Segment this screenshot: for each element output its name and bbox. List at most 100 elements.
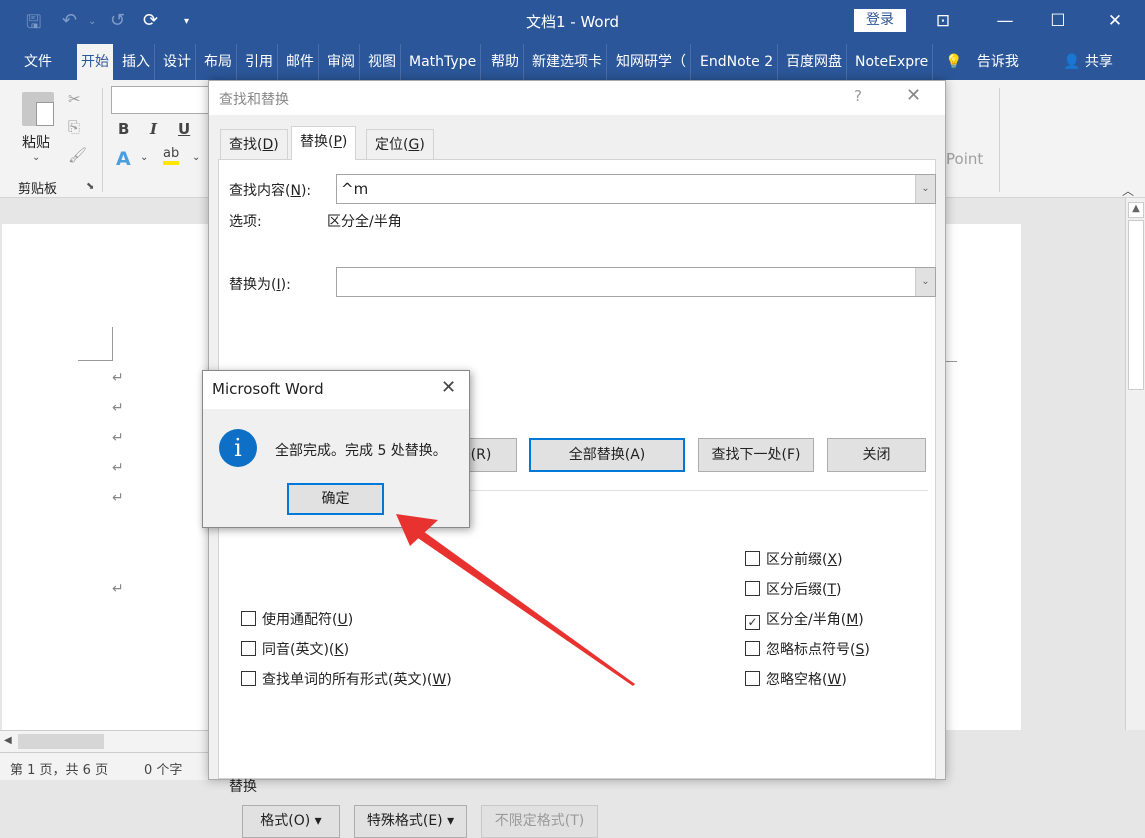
options-value: 区分全/半角 [327, 214, 402, 230]
maximize-button[interactable]: ☐ [1043, 6, 1073, 36]
access-key: P [333, 134, 342, 150]
match-suffix-checkbox[interactable]: 区分后缀(T) [745, 580, 842, 600]
tell-me-button[interactable]: 💡 告诉我 [945, 44, 1019, 80]
scrollbar-thumb[interactable] [18, 734, 104, 749]
help-button[interactable]: ? [854, 87, 862, 105]
format-painter-icon[interactable]: 🖌 [68, 146, 87, 164]
arrow-shaft [412, 526, 635, 686]
find-what-input[interactable]: ^m ⌄ [336, 174, 936, 204]
match-width-checkbox[interactable]: ✓ 区分全/半角(M) [745, 610, 864, 630]
partial-group-label: Point [946, 150, 984, 168]
close-dialog-button[interactable]: ✕ [906, 85, 921, 106]
access-key: N [290, 183, 301, 199]
font-name-input[interactable] [111, 86, 211, 114]
tab-label-suffix: ) [341, 134, 348, 150]
tab-design[interactable]: 设计 [159, 44, 196, 80]
minimize-button[interactable]: — [990, 6, 1020, 36]
text-effects-icon[interactable]: A [116, 148, 131, 170]
replace-with-input[interactable]: ⌄ [336, 267, 936, 297]
tab-home[interactable]: 开始 [77, 44, 113, 80]
chevron-down-icon[interactable]: ⌄ [915, 268, 935, 296]
tab-insert[interactable]: 插入 [118, 44, 155, 80]
special-dropdown-button[interactable]: 特殊格式(E) ▾ [354, 805, 467, 838]
tab-help[interactable]: 帮助 [487, 44, 524, 80]
highlight-dropdown-icon[interactable]: ⌄ [192, 152, 200, 163]
ribbon-display-options-icon[interactable]: ⊡ [928, 6, 958, 36]
close-window-button[interactable]: ✕ [1100, 6, 1130, 36]
format-dropdown-button[interactable]: 格式(O) ▾ [242, 805, 340, 838]
underline-button[interactable]: U [178, 120, 190, 138]
use-wildcards-checkbox[interactable]: 使用通配符(U) [241, 610, 353, 630]
access-key: U [337, 612, 348, 628]
checkbox-box[interactable] [745, 641, 760, 656]
access-key: X [827, 552, 838, 568]
tab-replace[interactable]: 替换(P) [291, 126, 357, 160]
text-effects-dropdown-icon[interactable]: ⌄ [140, 152, 148, 163]
close-message-button[interactable]: ✕ [441, 377, 456, 398]
dialog-titlebar[interactable]: 查找和替换 ? ✕ [209, 81, 945, 115]
dialog-launcher-icon[interactable]: ⬊ [86, 181, 94, 192]
checkbox-box[interactable] [745, 551, 760, 566]
ignore-whitespace-checkbox[interactable]: 忽略空格(W) [745, 670, 847, 690]
horizontal-scrollbar[interactable]: ◀ [0, 730, 210, 752]
tab-find[interactable]: 查找(D) [220, 129, 288, 159]
tab-layout[interactable]: 布局 [200, 44, 237, 80]
checkbox-box[interactable] [241, 611, 256, 626]
checkbox-box[interactable] [745, 581, 760, 596]
highlight-icon[interactable]: ab [163, 146, 180, 165]
checkbox-box[interactable] [241, 671, 256, 686]
word-count[interactable]: 0 个字 [144, 759, 182, 778]
tab-view[interactable]: 视图 [364, 44, 401, 80]
ignore-punctuation-checkbox[interactable]: 忽略标点符号(S) [745, 640, 870, 660]
chevron-down-icon[interactable]: ⌄ [915, 175, 935, 203]
tab-noteexpress[interactable]: NoteExpre [851, 44, 934, 80]
cut-icon[interactable]: ✂ [68, 90, 81, 108]
vertical-scrollbar[interactable]: ▲ [1125, 198, 1145, 730]
collapse-ribbon-icon[interactable]: ︿ [1122, 182, 1134, 199]
checkbox-box[interactable] [241, 641, 256, 656]
title-bar: 🖫 ↶ ⌄ ↺ ⟳ ▾ 文档1 - Word 登录 ⊡ — ☐ ✕ [0, 0, 1145, 44]
tab-cnki[interactable]: 知网研学（ [612, 44, 691, 80]
tab-review[interactable]: 审阅 [323, 44, 360, 80]
replace-all-button[interactable]: 全部替换(A) [529, 438, 685, 472]
checkbox-label: 区分前缀( [766, 552, 828, 568]
tab-baidu-netdisk[interactable]: 百度网盘 [782, 44, 847, 80]
message-box-titlebar[interactable]: Microsoft Word ✕ [203, 371, 469, 409]
clipboard-icon[interactable] [22, 92, 54, 126]
login-button[interactable]: 登录 [854, 9, 906, 32]
tab-label-suffix: ) [273, 137, 279, 153]
sounds-like-checkbox[interactable]: 同音(英文)(K) [241, 640, 349, 660]
ok-button[interactable]: 确定 [287, 483, 384, 515]
paste-dropdown-icon[interactable]: ⌄ [32, 152, 40, 163]
tab-references[interactable]: 引用 [241, 44, 278, 80]
copy-icon[interactable]: ⎘ [68, 118, 80, 136]
italic-button[interactable]: I [150, 120, 157, 138]
no-formatting-button[interactable]: 不限定格式(T) [481, 805, 598, 838]
paste-button[interactable]: 粘贴 [22, 132, 50, 152]
tab-new-tab[interactable]: 新建选项卡 [528, 44, 607, 80]
tab-mailings[interactable]: 邮件 [282, 44, 319, 80]
tab-file[interactable]: 文件 [16, 44, 60, 80]
paragraph-mark: ↵ [112, 370, 124, 386]
scroll-up-icon[interactable]: ▲ [1128, 202, 1144, 218]
checkmark-icon[interactable]: ✓ [745, 615, 760, 630]
share-button[interactable]: 👤 共享 [1063, 44, 1113, 80]
match-prefix-checkbox[interactable]: 区分前缀(X) [745, 550, 843, 570]
tab-endnote[interactable]: EndNote 2 [696, 44, 779, 80]
find-next-button[interactable]: 查找下一处(F) [698, 438, 814, 472]
tab-goto[interactable]: 定位(G) [366, 129, 434, 159]
access-key: T [827, 582, 837, 598]
access-key: K [334, 642, 344, 658]
clipboard-group-label: 剪贴板 [18, 182, 58, 197]
checkbox-label-suffix: ) [343, 642, 350, 658]
lightbulb-icon: 💡 [945, 54, 963, 70]
page-count[interactable]: 第 1 页，共 6 页 [10, 759, 108, 778]
bold-button[interactable]: B [118, 120, 129, 138]
scroll-left-icon[interactable]: ◀ [4, 735, 12, 746]
scrollbar-thumb[interactable] [1128, 220, 1144, 390]
group-divider [999, 88, 1000, 192]
tab-mathtype[interactable]: MathType [405, 44, 482, 80]
checkbox-box[interactable] [745, 671, 760, 686]
checkbox-label-suffix: ) [347, 612, 354, 628]
close-button[interactable]: 关闭 [827, 438, 926, 472]
